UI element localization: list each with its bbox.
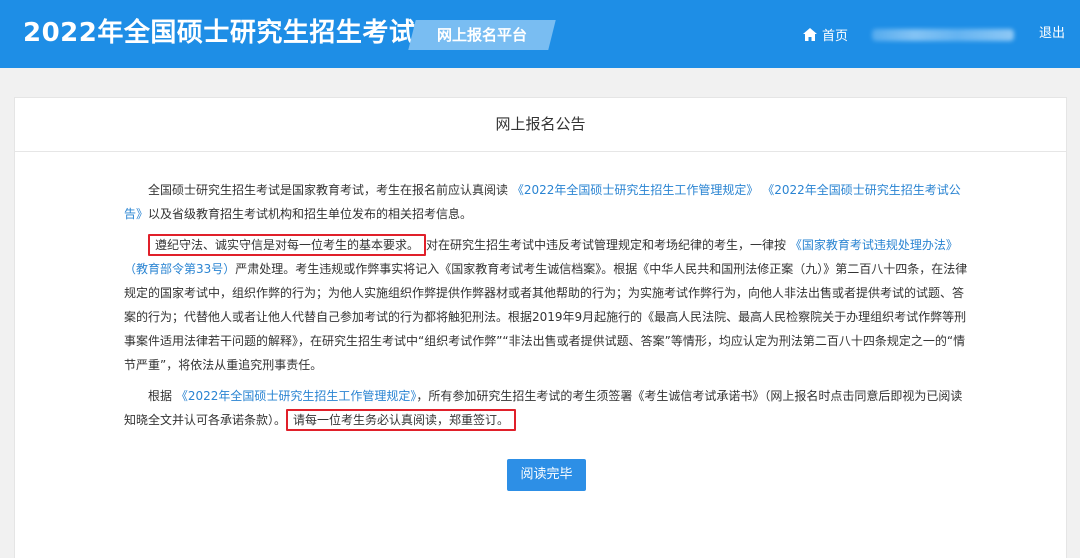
announcement-panel: 网上报名公告 全国硕士研究生招生考试是国家教育考试，考生在报名前应认真阅读 《2…: [14, 97, 1067, 558]
p3-text-a: 根据: [148, 389, 173, 403]
link-management-rules-2[interactable]: 《2022年全国硕士研究生招生工作管理规定》: [176, 389, 417, 403]
user-name-blurred: [872, 29, 1014, 41]
platform-badge: 网上报名平台: [436, 26, 527, 44]
paragraph-1: 全国硕士研究生招生考试是国家教育考试，考生在报名前应认真阅读 《2022年全国硕…: [124, 178, 970, 226]
announcement-content: 全国硕士研究生招生考试是国家教育考试，考生在报名前应认真阅读 《2022年全国硕…: [124, 178, 970, 439]
p1-text-a: 全国硕士研究生招生考试是国家教育考试，考生在报名前应认真阅读: [148, 183, 509, 197]
p2-text-b: 严肃处理。考生违规或作弊事实将记入《国家教育考试考生诚信档案》。根据《中华人民共…: [124, 262, 968, 372]
highlight-sign-carefully: 请每一位考生务必认真阅读，郑重签订。: [286, 409, 517, 431]
link-management-rules[interactable]: 《2022年全国硕士研究生招生工作管理规定》: [512, 183, 759, 197]
nav-home-link[interactable]: 首页: [803, 24, 848, 44]
p2-text-a: 对在研究生招生考试中违反考试管理规定和考场纪律的考生，一律按: [426, 238, 787, 252]
panel-title: 网上报名公告: [15, 98, 1066, 152]
site-title: 2022年全国硕士研究生招生考试: [23, 18, 416, 48]
top-header: 2022年全国硕士研究生招生考试 网上报名平台 首页 退出: [0, 0, 1080, 68]
logout-link[interactable]: 退出: [1039, 24, 1065, 44]
p1-text-b: 以及省级教育招生考试机构和招生单位发布的相关招考信息。: [148, 207, 473, 221]
home-icon: [803, 27, 817, 41]
read-complete-button[interactable]: 阅读完毕: [507, 459, 586, 491]
paragraph-3: 根据 《2022年全国硕士研究生招生工作管理规定》，所有参加研究生招生考试的考生…: [124, 384, 970, 432]
paragraph-2: 遵纪守法、诚实守信是对每一位考生的基本要求。 对在研究生招生考试中违反考试管理规定…: [124, 233, 970, 377]
highlight-basic-requirement: 遵纪守法、诚实守信是对每一位考生的基本要求。: [148, 234, 427, 256]
nav-home-label: 首页: [822, 28, 849, 44]
